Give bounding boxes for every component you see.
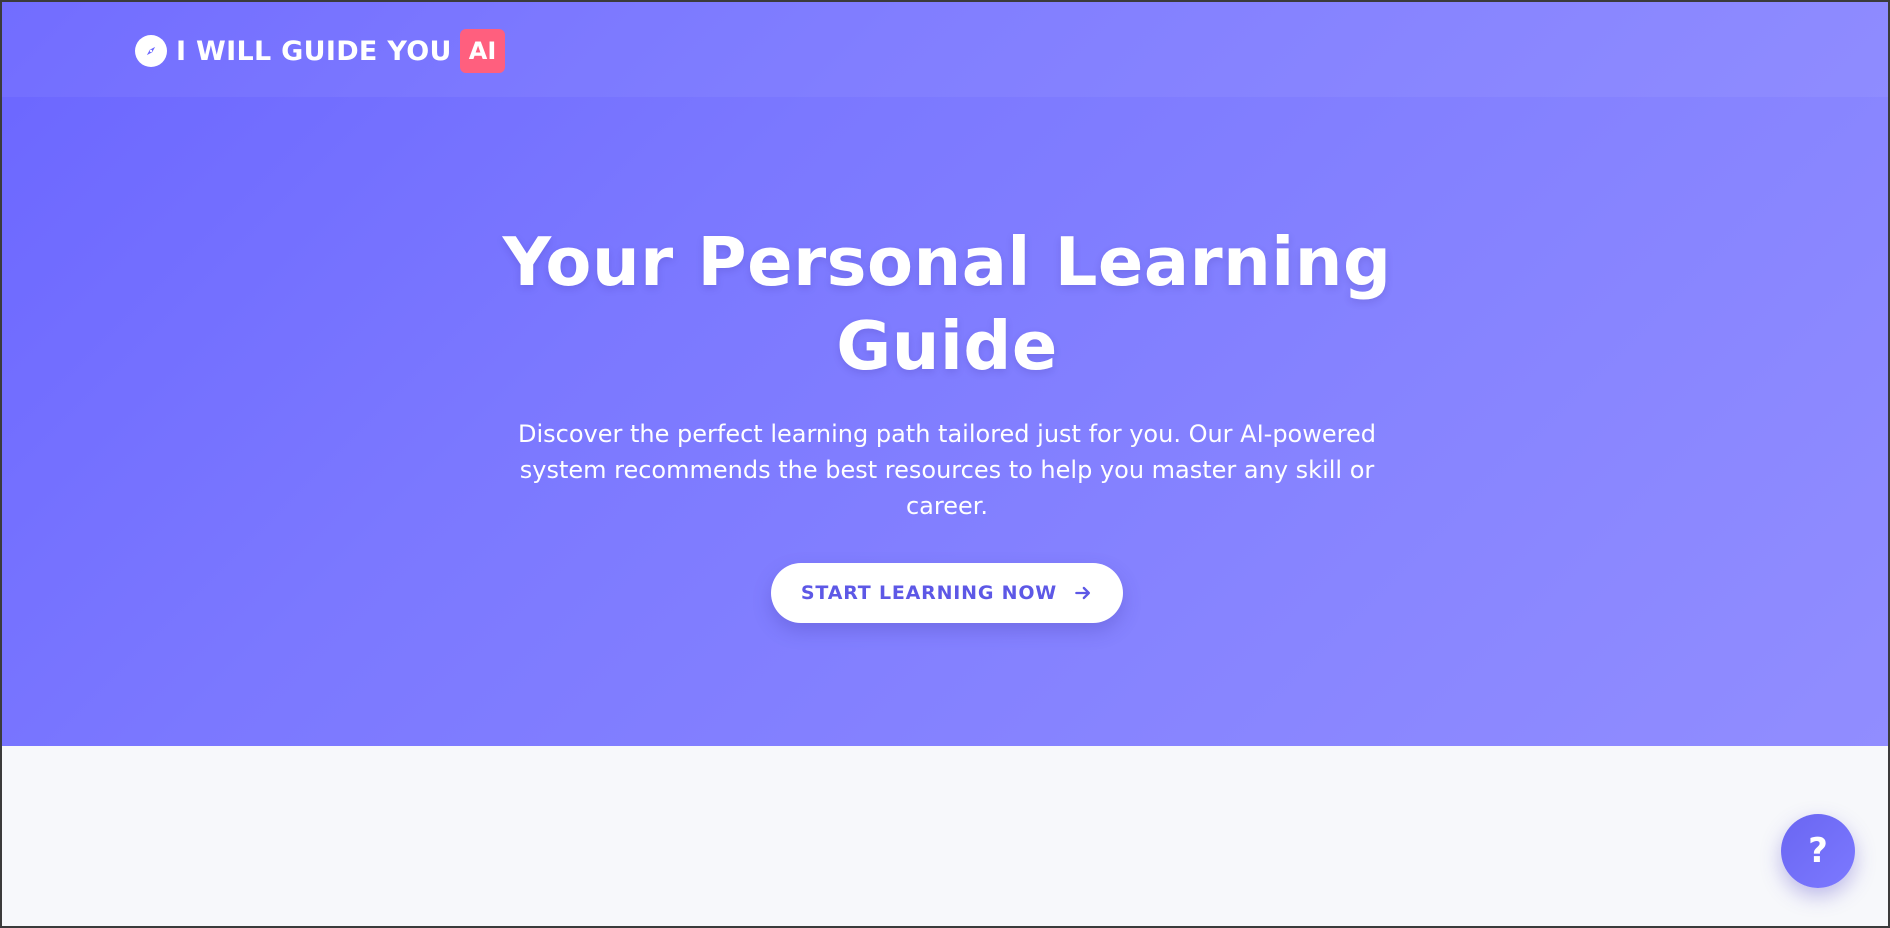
browser-viewport: I WILL GUIDE YOU AI Your Personal Learni… (0, 0, 1890, 928)
compass-icon (135, 35, 167, 67)
start-learning-label: START LEARNING NOW (800, 582, 1058, 604)
arrow-right-icon (1073, 583, 1093, 603)
question-icon: ? (1808, 831, 1828, 871)
hero-title: Your Personal Learning Guide (502, 223, 1392, 385)
help-button[interactable]: ? (1781, 814, 1855, 888)
hero-section: I WILL GUIDE YOU AI Your Personal Learni… (2, 2, 1888, 746)
brand-name: I WILL GUIDE YOU (176, 35, 452, 67)
start-learning-button[interactable]: START LEARNING NOW (771, 563, 1123, 623)
brand-ai-badge: AI (459, 29, 506, 73)
brand-logo[interactable]: I WILL GUIDE YOU AI (135, 29, 506, 73)
top-navbar: I WILL GUIDE YOU AI (2, 2, 1888, 97)
hero-subtitle: Discover the perfect learning path tailo… (518, 420, 1376, 520)
